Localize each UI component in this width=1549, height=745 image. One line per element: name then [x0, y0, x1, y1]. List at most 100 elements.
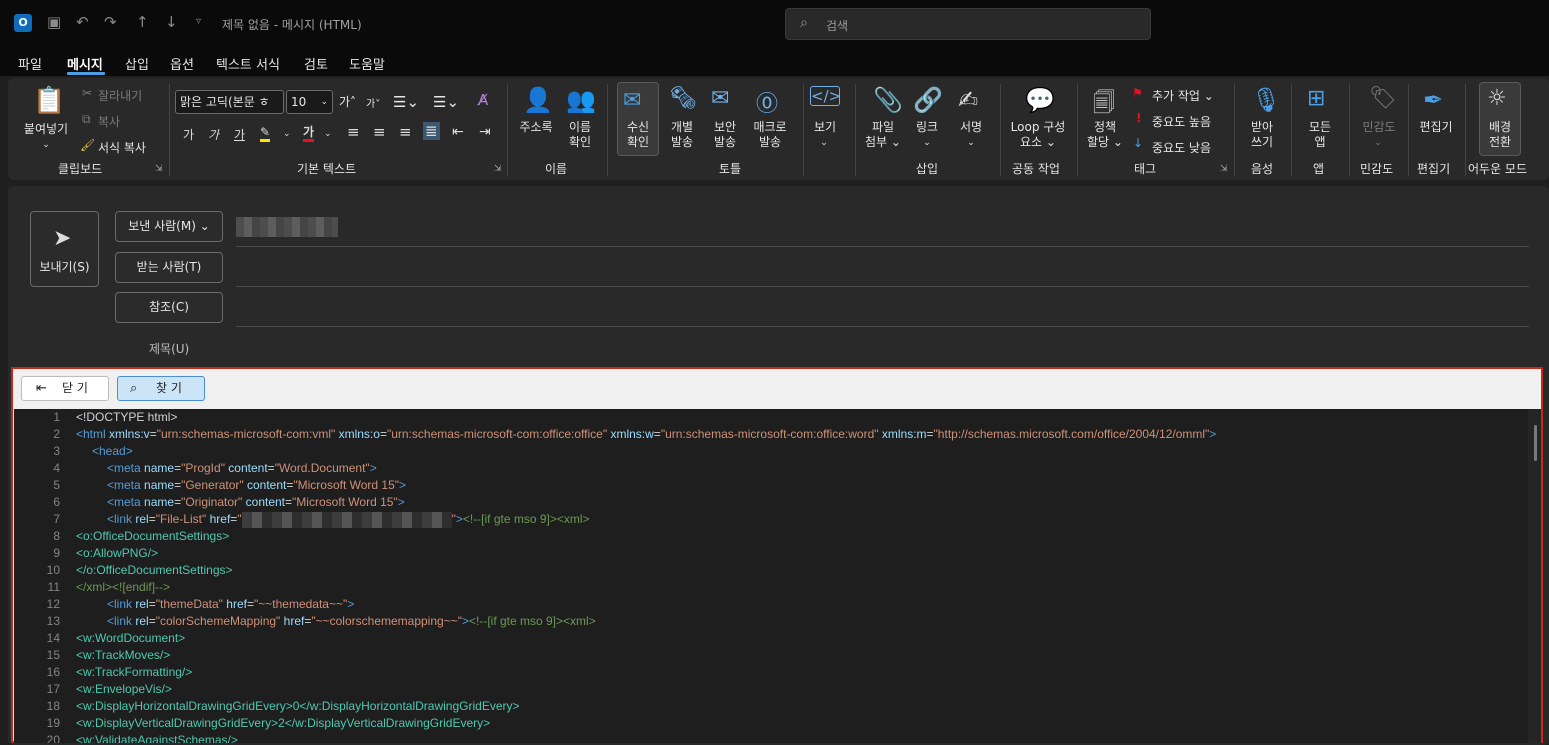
font-color-button[interactable]: 가: [303, 126, 315, 142]
shrink-font-button[interactable]: 가˅: [366, 95, 380, 110]
decrease-indent-icon[interactable]: ⇤: [452, 124, 464, 140]
tab-help[interactable]: 도움말: [349, 54, 385, 73]
loop-component-button[interactable]: Loop 구성 요소 ⌄: [1004, 120, 1072, 150]
all-apps-button[interactable]: 모든 앱: [1304, 120, 1336, 150]
align-center-icon[interactable]: ≡: [373, 123, 386, 141]
bold-button[interactable]: 가: [183, 126, 194, 143]
sensitivity-icon: 🏷: [1369, 86, 1397, 111]
low-importance-icon: ↓: [1133, 136, 1144, 150]
macro-send-button[interactable]: 매크로 발송: [748, 120, 792, 150]
group-separator: [1234, 84, 1235, 176]
numbering-icon[interactable]: ☰⌄: [433, 93, 459, 111]
individual-send-button[interactable]: 개별 발송: [664, 120, 700, 150]
group-label-editor: 편집기: [1417, 162, 1451, 176]
field-divider: [236, 246, 1529, 247]
line-number: 3: [53, 444, 60, 458]
chevron-down-icon[interactable]: ⌄: [324, 129, 332, 139]
increase-indent-icon[interactable]: ⇥: [479, 124, 491, 140]
editor-icon: ✒: [1423, 86, 1444, 114]
highlight-icon[interactable]: ✎: [260, 126, 271, 142]
to-field[interactable]: [236, 286, 1529, 287]
find-button[interactable]: ⌕ 찾 기: [117, 376, 205, 401]
cut-button[interactable]: 잘라내기: [98, 87, 142, 104]
tab-insert[interactable]: 삽입: [125, 54, 149, 73]
chevron-down-icon[interactable]: ⌄: [818, 136, 830, 151]
bullets-icon[interactable]: ☰⌄: [393, 93, 419, 111]
from-button[interactable]: 보낸 사람(M) ⌄: [115, 211, 223, 242]
high-importance-button[interactable]: 중요도 높음: [1152, 113, 1211, 130]
to-button[interactable]: 받는 사람(T): [115, 252, 223, 283]
paste-button[interactable]: 붙여넣기: [20, 122, 72, 137]
down-arrow-icon[interactable]: ↓: [165, 12, 178, 32]
dialog-launcher-icon[interactable]: ⇲: [155, 164, 163, 174]
code-line: <w:DisplayVerticalDrawingGridEvery>2</w:…: [76, 716, 491, 730]
chevron-down-icon[interactable]: ⌄: [1372, 136, 1384, 151]
code-line: <link rel="colorSchemeMapping" href="~~c…: [107, 614, 596, 628]
low-importance-button[interactable]: 중요도 낮음: [1152, 139, 1211, 156]
underline-button[interactable]: 가: [234, 126, 245, 143]
tab-message[interactable]: 메시지: [67, 54, 103, 73]
tab-options[interactable]: 옵션: [170, 54, 194, 73]
link-button[interactable]: 링크: [912, 120, 942, 135]
undo-icon[interactable]: ↶: [76, 12, 89, 32]
vertical-scrollbar[interactable]: [1528, 409, 1541, 743]
close-source-button[interactable]: ⇤ 닫 기: [21, 376, 109, 401]
sensitivity-button[interactable]: 민감도: [1358, 120, 1400, 135]
code-line: <link rel="themeData" href="~~themedata~…: [107, 597, 355, 611]
follow-up-button[interactable]: 추가 작업 ⌄: [1152, 87, 1214, 104]
window-title: 제목 없음 - 메시지 (HTML): [222, 18, 362, 32]
save-icon[interactable]: ▣: [47, 12, 61, 32]
cc-button[interactable]: 참조(C): [115, 292, 223, 323]
up-arrow-icon[interactable]: ↑: [136, 12, 149, 32]
address-book-button[interactable]: 주소록: [514, 120, 558, 135]
code-editor[interactable]: 1 2 3 4 5 6 7 8 9 10 11 12 13 14 15 16 1…: [14, 409, 1528, 743]
align-left-icon[interactable]: ≡: [347, 123, 360, 141]
assign-policy-button[interactable]: 정책 할당 ⌄: [1084, 120, 1126, 150]
clear-formatting-icon[interactable]: A̸: [478, 91, 488, 109]
justify-icon[interactable]: ≣: [423, 122, 440, 140]
group-label-dark-mode: 어두운 모드: [1468, 162, 1528, 176]
grow-font-button[interactable]: 가˄: [339, 93, 356, 110]
group-label-tags: 태그: [1134, 162, 1157, 176]
code-line: <head>: [92, 444, 133, 458]
attach-file-button[interactable]: 파일 첨부 ⌄: [862, 120, 904, 150]
chevron-down-icon[interactable]: ⌄: [965, 136, 977, 151]
signature-icon: ✍: [958, 86, 979, 114]
code-line: <meta name="ProgId" content="Word.Docume…: [107, 461, 377, 475]
font-size-combo[interactable]: 10 ⌄: [286, 90, 333, 114]
italic-button[interactable]: 가: [208, 126, 219, 143]
signature-button[interactable]: 서명: [955, 120, 987, 135]
format-painter-button[interactable]: 서식 복사: [98, 139, 146, 156]
line-number: 11: [47, 580, 60, 594]
secure-send-button[interactable]: 보안 발송: [707, 120, 743, 150]
attach-file-icon: 📎: [873, 86, 903, 114]
chevron-down-icon[interactable]: ⌄: [921, 136, 933, 151]
search-box[interactable]: ⌕ 검색: [785, 8, 1151, 40]
tab-file[interactable]: 파일: [18, 54, 42, 73]
redo-icon[interactable]: ↷: [104, 12, 117, 32]
dialog-launcher-icon[interactable]: ⇲: [494, 164, 502, 174]
dictate-button[interactable]: 받아 쓰기: [1246, 120, 1278, 150]
all-apps-icon: ⊞: [1307, 86, 1326, 111]
subject-label: 제목(U): [149, 342, 190, 356]
view-button[interactable]: 보기: [808, 120, 842, 135]
cc-field[interactable]: [236, 326, 1529, 327]
customize-qat-icon[interactable]: ▿: [196, 12, 201, 32]
address-book-icon: 👤: [523, 86, 553, 114]
chevron-down-icon[interactable]: ⌄: [283, 129, 291, 139]
chevron-down-icon[interactable]: ⌄: [40, 138, 52, 153]
flag-icon: ⚑: [1132, 86, 1143, 100]
send-button[interactable]: ➤ 보내기(S): [30, 211, 99, 287]
tab-format-text[interactable]: 텍스트 서식: [216, 54, 280, 73]
copy-button[interactable]: 복사: [98, 113, 120, 130]
align-right-icon[interactable]: ≡: [399, 123, 412, 141]
check-names-button[interactable]: 이름 확인: [563, 120, 597, 150]
tab-review[interactable]: 검토: [304, 54, 328, 73]
scrollbar-thumb[interactable]: [1534, 425, 1537, 461]
code-line: <w:EnvelopeVis/>: [76, 682, 172, 696]
font-name-combo[interactable]: 맑은 고딕(본문 ㅎ: [175, 90, 284, 114]
dialog-launcher-icon[interactable]: ⇲: [1220, 164, 1228, 174]
editor-button[interactable]: 편집기: [1414, 120, 1458, 135]
line-number: 2: [53, 427, 60, 441]
group-separator: [1349, 84, 1350, 176]
